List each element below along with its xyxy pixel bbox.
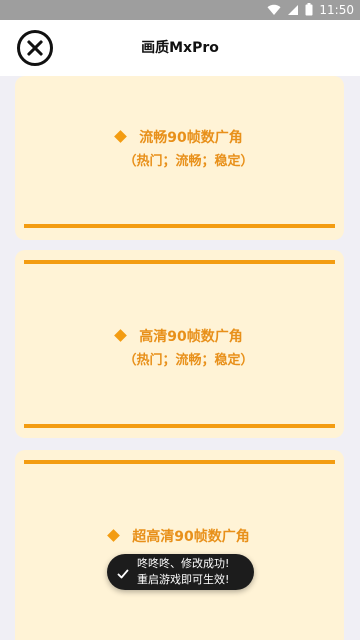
wifi-icon	[267, 1, 281, 20]
diamond-bullet-icon	[114, 130, 128, 143]
status-time: 11:50	[319, 3, 354, 17]
header-bar: 画质MxPro	[0, 20, 360, 76]
card-divider	[24, 260, 335, 264]
diamond-bullet-icon	[114, 329, 128, 342]
card-tags: （热门；流畅；稳定）	[123, 353, 254, 368]
signal-icon	[287, 1, 299, 20]
card-divider	[24, 424, 335, 428]
card-content: 超高清90帧数广角	[15, 526, 344, 548]
check-icon	[117, 565, 129, 584]
success-toast: 咚咚咚、修改成功! 重启游戏即可生效!	[107, 554, 254, 590]
status-icons: 11:50	[267, 2, 354, 18]
card-title: 超高清90帧数广角	[15, 526, 344, 548]
status-bar: 11:50	[0, 0, 360, 20]
toast-line-2: 重启游戏即可生效!	[137, 573, 230, 586]
preset-card-uhd-90fps[interactable]: 超高清90帧数广角	[15, 450, 344, 640]
battery-icon	[305, 1, 313, 20]
card-title: 高清90帧数广角	[15, 326, 344, 348]
preset-card-hd-90fps[interactable]: 高清90帧数广角 （热门；流畅；稳定）	[15, 250, 344, 438]
card-divider	[24, 460, 335, 464]
preset-card-smooth-90fps[interactable]: 流畅90帧数广角 （热门；流畅；稳定）	[15, 76, 344, 240]
toast-line-1: 咚咚咚、修改成功!	[137, 557, 230, 570]
diamond-bullet-icon	[107, 529, 121, 542]
card-tags: （热门；流畅；稳定）	[123, 154, 254, 169]
card-title-text: 高清90帧数广角	[139, 329, 243, 345]
card-divider	[24, 224, 335, 228]
card-content: 高清90帧数广角 （热门；流畅；稳定）	[15, 326, 344, 372]
card-title: 流畅90帧数广角	[15, 127, 344, 149]
toast-message: 咚咚咚、修改成功! 重启游戏即可生效!	[137, 556, 229, 588]
card-content: 流畅90帧数广角 （热门；流畅；稳定）	[15, 127, 344, 173]
page-title: 画质MxPro	[141, 40, 219, 56]
card-title-text: 超高清90帧数广角	[132, 529, 250, 545]
card-title-text: 流畅90帧数广角	[139, 130, 243, 146]
